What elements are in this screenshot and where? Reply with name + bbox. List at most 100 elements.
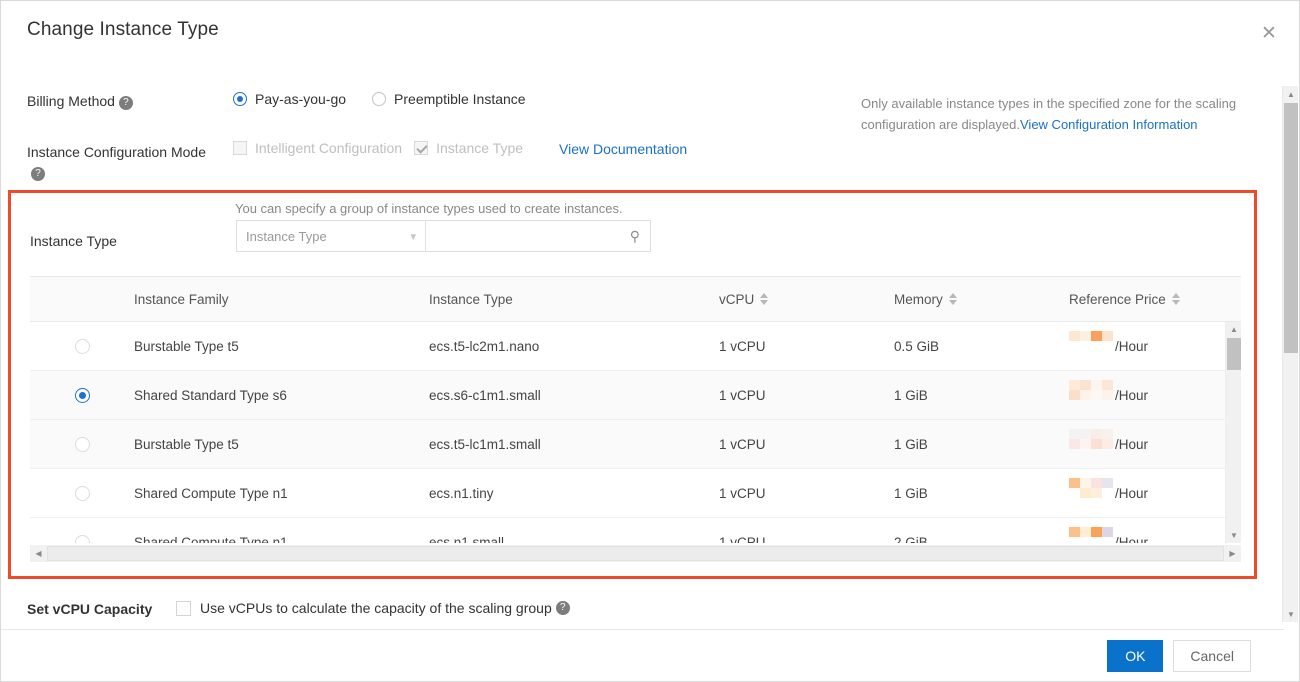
sort-icon[interactable] xyxy=(1171,293,1180,305)
checkbox-instance-type: Instance Type xyxy=(414,140,523,156)
vcpu-capacity-checkbox-label: Use vCPUs to calculate the capacity of t… xyxy=(200,600,552,616)
cell-instance-family: Shared Compute Type n1 xyxy=(134,485,288,501)
dialog-footer: OK Cancel xyxy=(1,629,1284,681)
table-row[interactable]: Shared Standard Type s6 ecs.s6-c1m1.small… xyxy=(30,371,1241,420)
scrollbar-thumb[interactable] xyxy=(47,546,1224,561)
billing-method-radio-group: Pay-as-you-go Preemptible Instance xyxy=(233,91,552,107)
scroll-left-arrow-icon[interactable]: ◀ xyxy=(30,545,47,562)
cell-instance-family: Shared Compute Type n1 xyxy=(134,534,288,544)
checkbox-label: Instance Type xyxy=(436,140,524,156)
instance-type-filter-bar: Instance Type ▾ ⚲ xyxy=(236,220,651,252)
cell-vcpu: 1 vCPU xyxy=(719,338,766,354)
billing-method-label: Billing Method? xyxy=(27,93,133,110)
scroll-down-arrow-icon[interactable]: ▼ xyxy=(1283,606,1299,622)
cell-vcpu: 1 vCPU xyxy=(719,534,766,544)
table-row[interactable]: Burstable Type t5 ecs.t5-lc2m1.nano 1 vCPU… xyxy=(30,322,1241,371)
instance-type-dropdown[interactable]: Instance Type ▾ xyxy=(236,220,426,252)
page-title: Change Instance Type xyxy=(27,19,219,40)
change-instance-type-dialog: Change Instance Type ✕ ▲ ▼ Billing Metho… xyxy=(0,0,1300,682)
row-select-cell[interactable] xyxy=(30,534,134,543)
table-body: Burstable Type t5 ecs.t5-lc2m1.nano 1 vCPU… xyxy=(30,322,1241,543)
redacted-price-blocks xyxy=(1069,380,1113,410)
row-radio-button[interactable] xyxy=(74,387,90,403)
instance-type-highlight-region: You can specify a group of instance type… xyxy=(8,190,1257,579)
row-radio-button[interactable] xyxy=(74,338,90,354)
radio-pay-as-you-go[interactable]: Pay-as-you-go xyxy=(233,91,346,107)
price-unit-label: /Hour xyxy=(1115,338,1149,354)
zone-availability-notice: Only available instance types in the spe… xyxy=(861,93,1261,135)
close-icon[interactable]: ✕ xyxy=(1255,19,1283,47)
cell-memory: 1 GiB xyxy=(894,485,928,501)
table-horizontal-scrollbar[interactable]: ◀ ▶ xyxy=(30,545,1241,562)
table-header-reference-price[interactable]: Reference Price xyxy=(1069,292,1239,307)
checkbox-indicator xyxy=(233,141,247,155)
cell-vcpu: 1 vCPU xyxy=(719,436,766,452)
radio-indicator[interactable] xyxy=(372,92,387,106)
help-icon[interactable]: ? xyxy=(31,167,45,181)
cell-vcpu: 1 vCPU xyxy=(719,485,766,501)
sort-icon[interactable] xyxy=(948,293,957,305)
vcpu-capacity-checkbox-row[interactable]: Use vCPUs to calculate the capacity of t… xyxy=(176,600,570,616)
row-radio-button[interactable] xyxy=(74,436,90,452)
row-radio-button[interactable] xyxy=(74,485,90,501)
table-row[interactable]: Shared Compute Type n1 ecs.n1.small 1 vCPU… xyxy=(30,518,1241,543)
redacted-price-blocks xyxy=(1069,331,1113,361)
view-documentation-link[interactable]: View Documentation xyxy=(559,141,687,157)
scroll-right-arrow-icon[interactable]: ▶ xyxy=(1224,545,1241,562)
chevron-down-icon[interactable]: ▾ xyxy=(410,230,416,243)
price-unit-label: /Hour xyxy=(1115,485,1149,501)
scrollbar-thumb[interactable] xyxy=(1227,338,1241,370)
dialog-vertical-scrollbar[interactable]: ▲ ▼ xyxy=(1282,86,1298,622)
view-configuration-information-link[interactable]: View Configuration Information xyxy=(1020,117,1198,132)
radio-indicator[interactable] xyxy=(233,92,247,106)
scroll-down-arrow-icon[interactable]: ▼ xyxy=(1226,528,1242,543)
row-select-cell[interactable] xyxy=(30,436,134,452)
table-header-instance-family: Instance Family xyxy=(134,291,229,307)
table-header-memory[interactable]: Memory xyxy=(894,292,1069,307)
cell-reference-price: /Hour xyxy=(1069,478,1239,508)
instance-type-label: Instance Type xyxy=(30,233,117,249)
scrollbar-thumb[interactable] xyxy=(1284,103,1298,353)
table-row[interactable]: Shared Compute Type n1 ecs.n1.tiny 1 vCPU 1… xyxy=(30,469,1241,518)
help-icon[interactable]: ? xyxy=(118,96,133,110)
radio-preemptible-instance[interactable]: Preemptible Instance xyxy=(372,91,526,107)
checkbox-intelligent-configuration: Intelligent Configuration xyxy=(233,140,402,156)
table-vertical-scrollbar[interactable]: ▲ ▼ xyxy=(1225,322,1241,543)
table-header-vcpu[interactable]: vCPU xyxy=(719,292,894,307)
row-radio-button[interactable] xyxy=(74,534,90,543)
instance-type-table: Instance Family Instance Type vCPU Memor… xyxy=(30,276,1241,543)
table-header-instance-type: Instance Type xyxy=(429,291,513,307)
search-icon[interactable]: ⚲ xyxy=(630,229,640,243)
table-row[interactable]: Burstable Type t5 ecs.t5-lc1m1.small 1 vCP… xyxy=(30,420,1241,469)
instance-type-hint: You can specify a group of instance type… xyxy=(235,201,623,216)
row-select-cell[interactable] xyxy=(30,338,134,354)
scroll-up-arrow-icon[interactable]: ▲ xyxy=(1226,322,1242,337)
cell-instance-family: Shared Standard Type s6 xyxy=(134,387,287,403)
redacted-price-blocks xyxy=(1069,527,1113,543)
cell-instance-family: Burstable Type t5 xyxy=(134,338,239,354)
row-select-cell[interactable] xyxy=(30,485,134,501)
cell-memory: 1 GiB xyxy=(894,436,928,452)
redacted-price-blocks xyxy=(1069,478,1113,508)
checkbox-label: Intelligent Configuration xyxy=(255,140,403,156)
search-input[interactable] xyxy=(436,227,630,245)
ok-button[interactable]: OK xyxy=(1107,639,1164,672)
cancel-button[interactable]: Cancel xyxy=(1173,639,1251,672)
instance-configuration-mode-label: Instance Configuration Mode ? xyxy=(27,144,206,181)
cell-reference-price: /Hour xyxy=(1069,331,1239,361)
instance-type-search-box[interactable]: ⚲ xyxy=(426,220,651,252)
redacted-price-blocks xyxy=(1069,429,1113,459)
row-select-cell[interactable] xyxy=(30,387,134,403)
cell-instance-type: ecs.s6-c1m1.small xyxy=(429,387,541,403)
radio-label: Pay-as-you-go xyxy=(255,91,347,107)
cell-instance-type: ecs.n1.tiny xyxy=(429,485,494,501)
sort-icon[interactable] xyxy=(760,293,769,305)
cell-reference-price: /Hour xyxy=(1069,429,1239,459)
scroll-up-arrow-icon[interactable]: ▲ xyxy=(1283,86,1299,102)
cell-instance-type: ecs.n1.small xyxy=(429,534,505,544)
help-icon[interactable]: ? xyxy=(555,601,570,615)
cell-memory: 0.5 GiB xyxy=(894,338,940,354)
cell-instance-type: ecs.t5-lc2m1.nano xyxy=(429,338,540,354)
vcpu-capacity-checkbox[interactable] xyxy=(176,600,191,616)
radio-label: Preemptible Instance xyxy=(394,91,526,107)
